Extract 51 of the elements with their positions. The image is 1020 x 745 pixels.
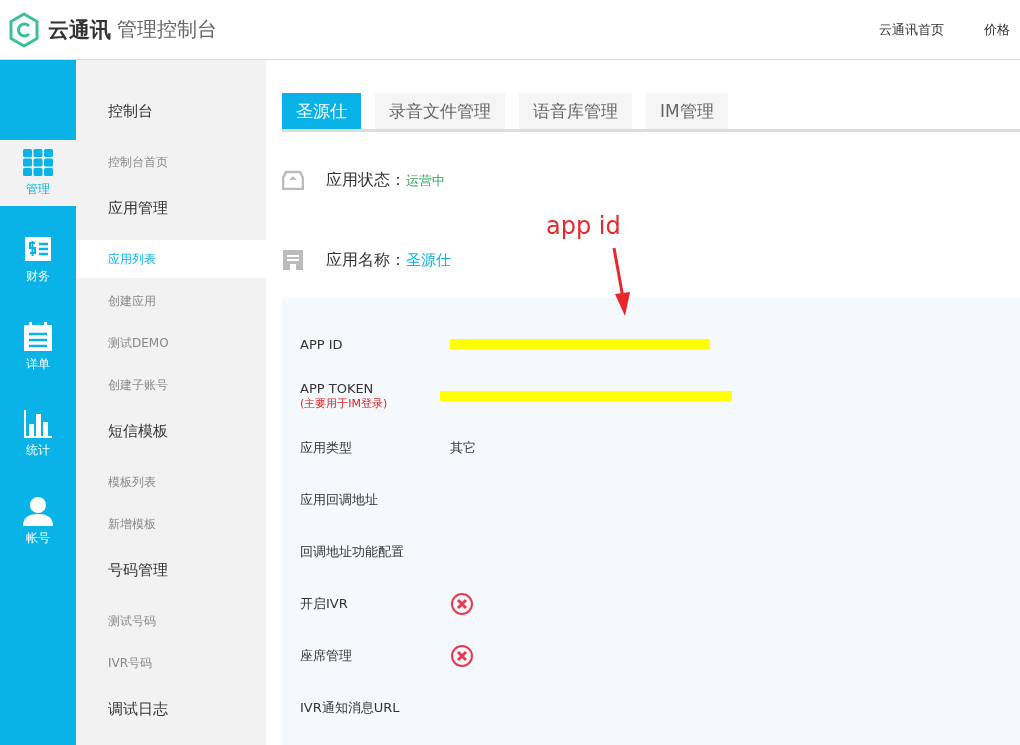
field-value: 其它: [450, 439, 476, 457]
name-value: 圣源仕: [406, 250, 451, 269]
user-icon: [23, 495, 53, 526]
annotation-arrow: [612, 248, 632, 318]
tab[interactable]: IM管理: [646, 93, 728, 129]
menu-item[interactable]: 测试号码: [76, 602, 266, 640]
bill-icon: [24, 235, 52, 264]
rail-item[interactable]: 财务: [0, 227, 76, 293]
document-icon: [282, 249, 304, 271]
menu-item[interactable]: 创建应用: [76, 282, 266, 320]
menu-item[interactable]: 测试DEMO: [76, 324, 266, 362]
menu-heading: 调试日志: [107, 699, 169, 720]
menu-item[interactable]: 控制台首页: [76, 143, 266, 181]
rail-item[interactable]: 统计: [0, 401, 76, 467]
product-name: 管理控制台: [117, 16, 217, 43]
brand-name: 云通讯: [48, 16, 111, 44]
menu-item[interactable]: 新增模板: [76, 505, 266, 543]
bar-chart-icon: [24, 409, 52, 438]
status-label: 应用状态：: [326, 169, 406, 189]
field-note: (主要用于IM登录): [300, 396, 389, 411]
menu-item[interactable]: 模板列表: [76, 463, 266, 501]
menu-heading: 号码管理: [107, 560, 169, 581]
menu-item[interactable]: IVR号码: [76, 644, 266, 682]
menu-heading: 控制台: [107, 101, 154, 122]
header-link[interactable]: 价格: [984, 20, 1010, 39]
annotation-label: app id: [546, 212, 621, 240]
logo-icon: [8, 11, 40, 48]
field-label: 回调地址功能配置: [300, 543, 405, 561]
calendar-icon: [23, 321, 53, 352]
field-label: 应用回调地址: [300, 491, 379, 509]
status-icon: [282, 170, 304, 190]
menu-item[interactable]: 应用列表: [76, 240, 266, 278]
field-label: 应用类型: [300, 439, 353, 457]
grid-icon: [23, 148, 53, 177]
header-link[interactable]: 云通讯首页: [879, 20, 944, 39]
rail-item[interactable]: 详单: [0, 314, 76, 380]
tab[interactable]: 录音文件管理: [375, 93, 505, 129]
field-label: APP ID: [300, 336, 344, 352]
tab[interactable]: 圣源仕: [282, 93, 361, 129]
menu-heading: 应用管理: [107, 198, 169, 219]
tab[interactable]: 语音库管理: [519, 93, 632, 129]
field-label: IVR通知消息URL: [300, 699, 401, 717]
rail-item[interactable]: 管理: [0, 140, 76, 206]
field-label: 开启IVR: [300, 595, 349, 613]
field-label: APP TOKEN: [300, 381, 375, 396]
rail-item[interactable]: 帐号: [0, 488, 76, 554]
menu-heading: 短信模板: [107, 421, 169, 442]
status-value: 运营中: [406, 172, 445, 188]
menu-item[interactable]: 创建子账号: [76, 366, 266, 404]
name-label: 应用名称：: [326, 249, 406, 269]
field-label: 座席管理: [300, 647, 353, 665]
